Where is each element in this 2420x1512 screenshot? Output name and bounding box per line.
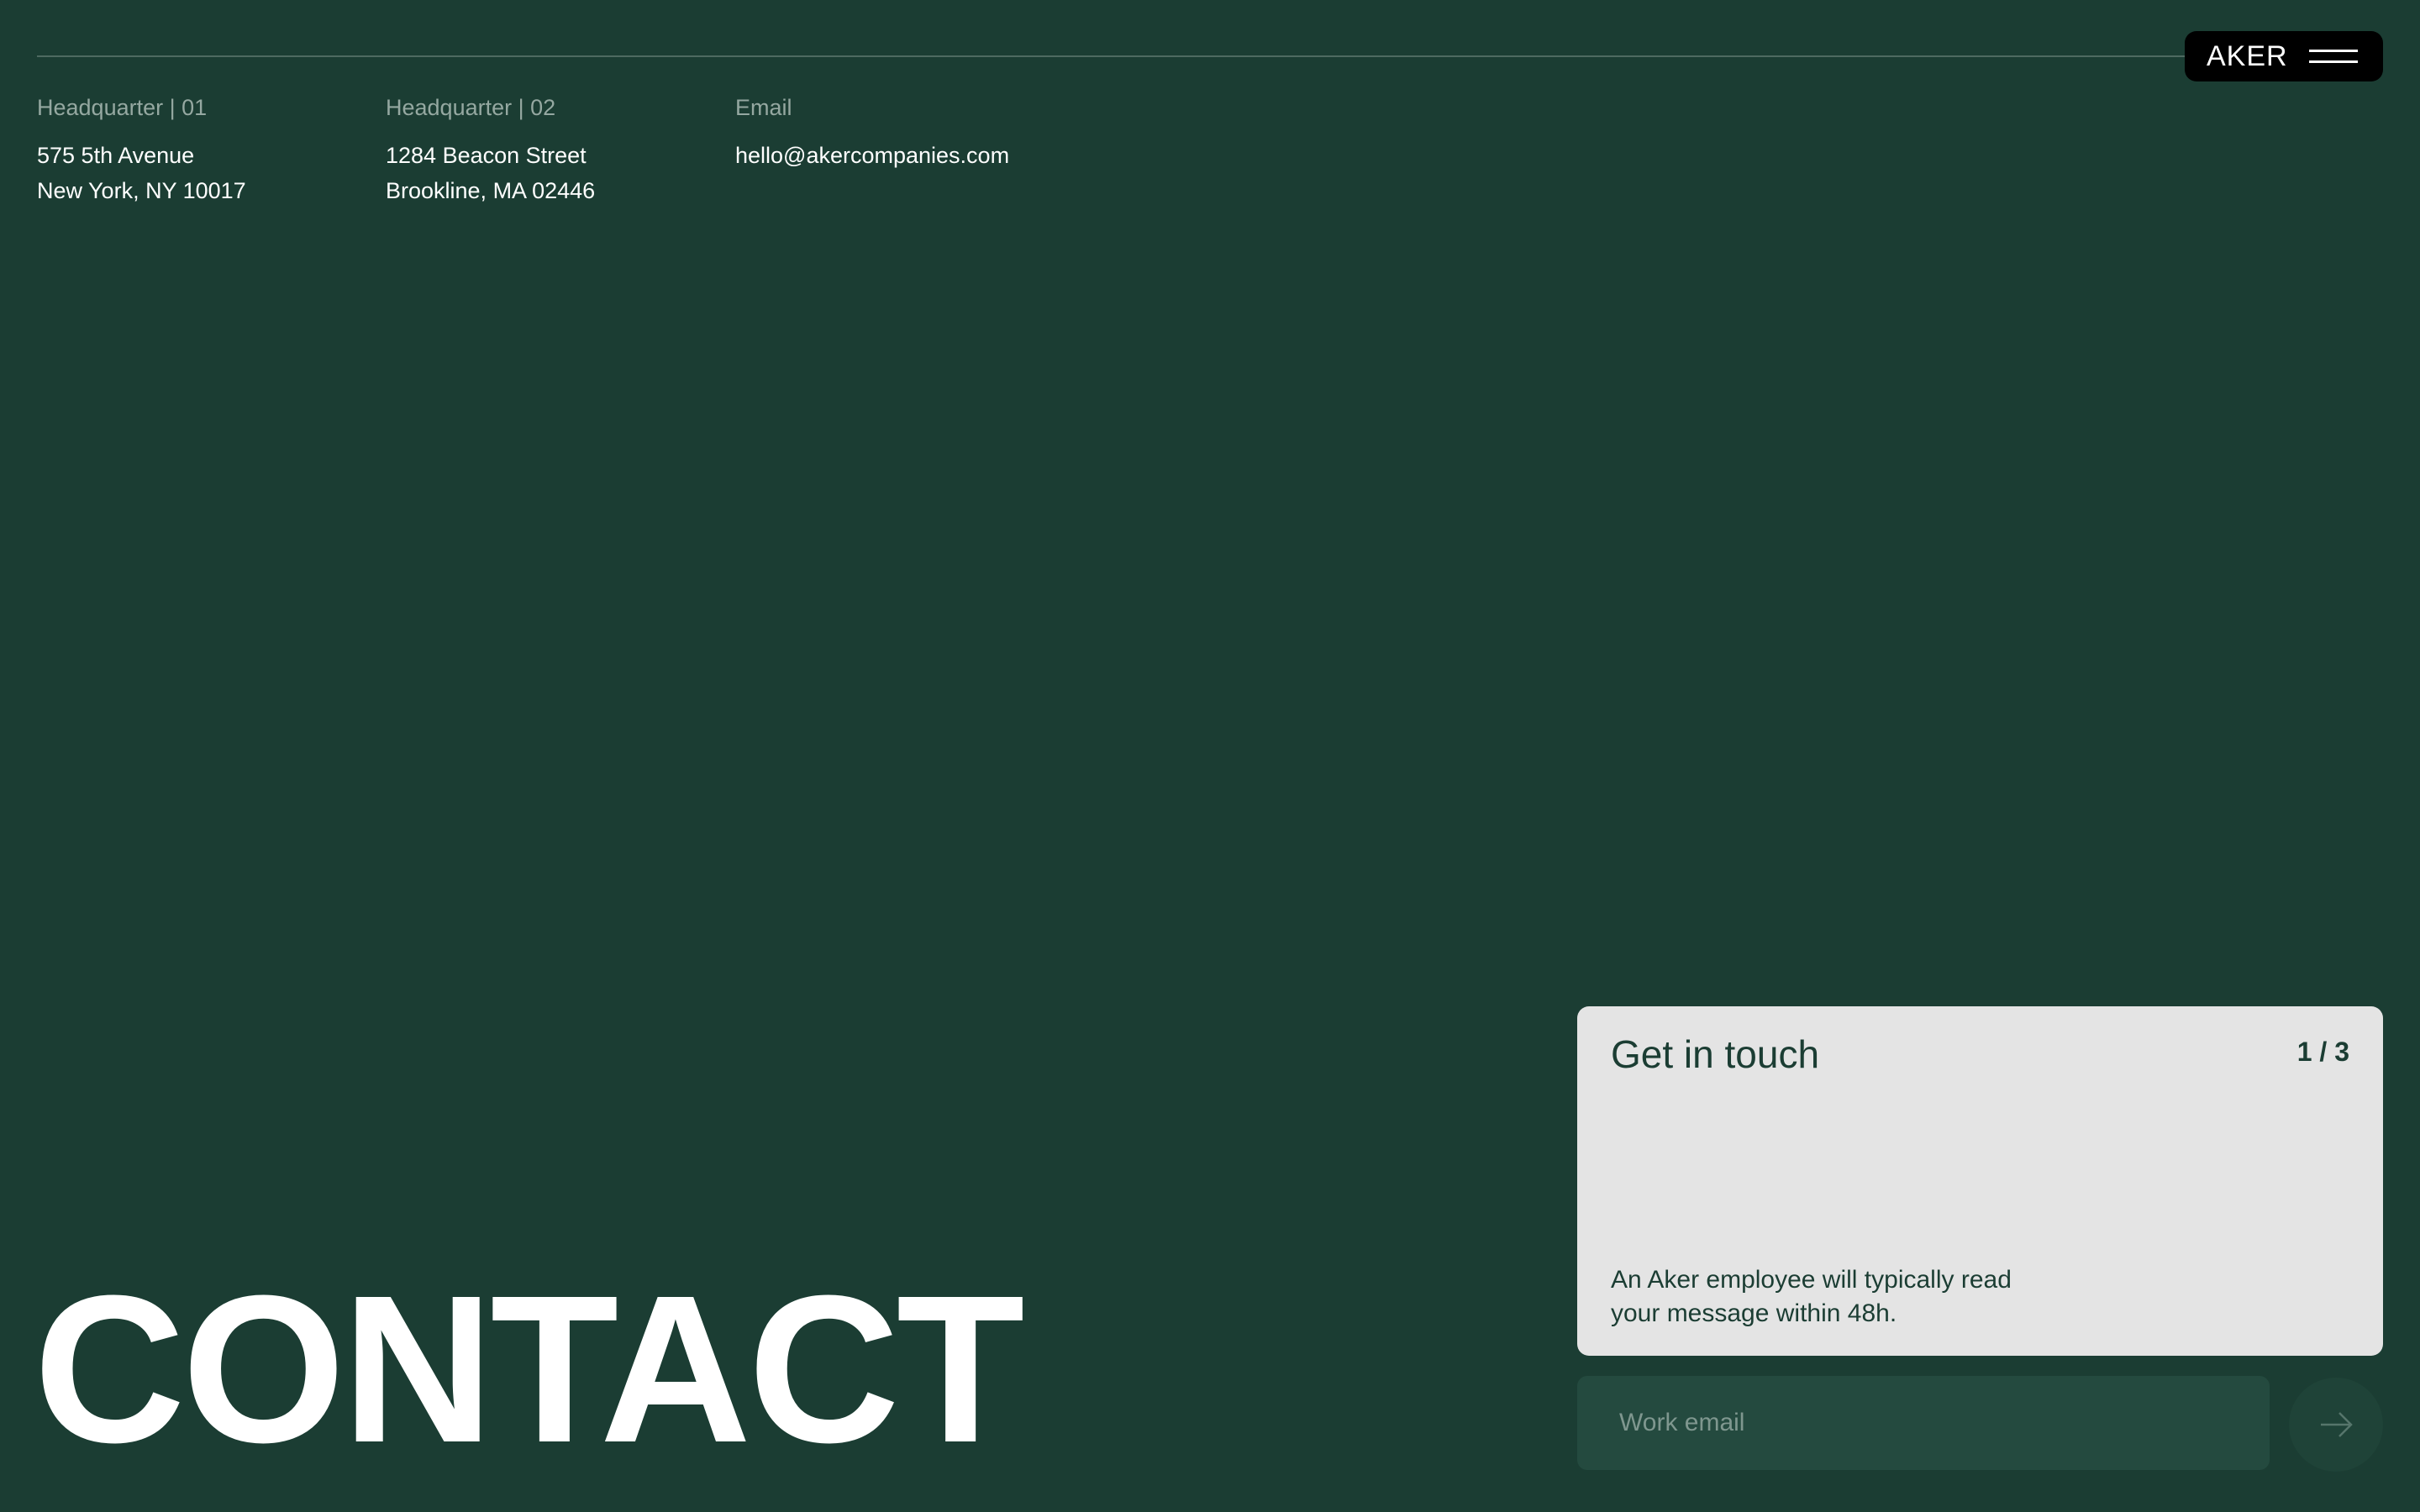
brand-logo-text: AKER: [2207, 39, 2288, 72]
step-indicator: 1 / 3: [2296, 1037, 2349, 1067]
card-title: Get in touch: [1611, 1032, 1820, 1076]
work-email-input[interactable]: [1577, 1376, 2270, 1470]
hamburger-menu-icon[interactable]: [2309, 47, 2358, 66]
headquarter-01-label: Headquarter | 01: [37, 95, 208, 120]
response-time-note: An Aker employee will typically read you…: [1611, 1266, 2012, 1327]
email-label: Email: [735, 95, 792, 120]
headquarter-02-label: Headquarter | 02: [386, 95, 556, 120]
headquarter-02-block: Headquarter | 02 1284 Beacon Street Broo…: [386, 92, 595, 208]
header-divider: [37, 55, 2188, 57]
brand-menu-button[interactable]: AKER: [2185, 31, 2383, 81]
headquarter-01-block: Headquarter | 01 575 5th Avenue New York…: [37, 92, 246, 208]
headquarter-01-street: 575 5th Avenue: [37, 143, 195, 168]
get-in-touch-card: Get in touch 1 / 3 An Aker employee will…: [1577, 1006, 2383, 1356]
headquarter-02-city: Brookline, MA 02446: [386, 178, 596, 203]
headquarter-02-street: 1284 Beacon Street: [386, 143, 587, 168]
arrow-right-icon: [2321, 1412, 2353, 1437]
submit-button[interactable]: [2289, 1378, 2383, 1472]
email-link[interactable]: hello@akercompanies.com: [735, 138, 1009, 173]
email-block: Email hello@akercompanies.com: [735, 92, 1009, 173]
headquarter-01-city: New York, NY 10017: [37, 178, 246, 203]
page-title: CONTACT: [34, 1252, 1024, 1486]
